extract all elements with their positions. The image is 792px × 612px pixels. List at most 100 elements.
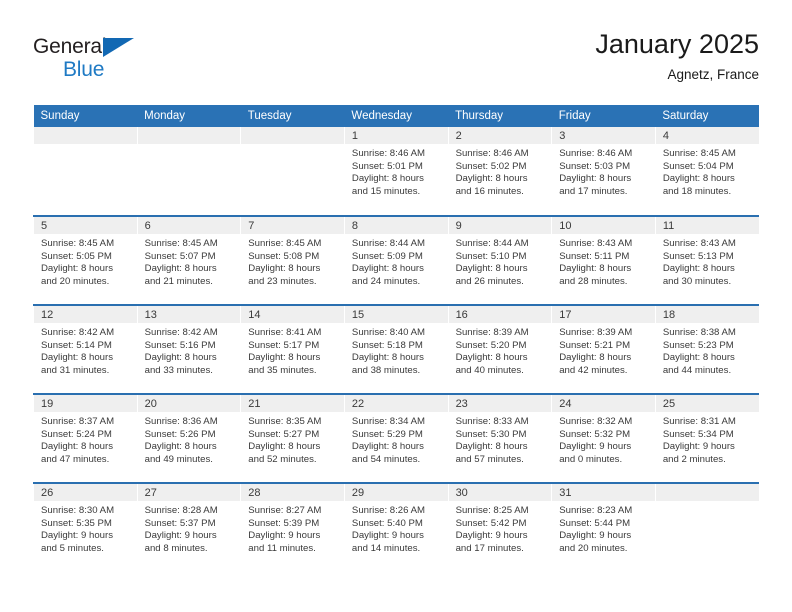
calendar-day-cell[interactable]: 10 Sunrise: 8:43 AM Sunset: 5:11 PM Dayligh… <box>551 215 656 305</box>
daylight-text-line1: Daylight: 9 hours <box>559 530 632 542</box>
sunset-text: Sunset: 5:23 PM <box>662 339 734 351</box>
calendar-day-cell[interactable]: 13 Sunrise: 8:42 AM Sunset: 5:16 PM Dayligh… <box>136 304 241 394</box>
sunset-text: Sunset: 5:29 PM <box>351 428 423 440</box>
sunset-text: Sunset: 5:03 PM <box>559 160 631 172</box>
day-details: Sunrise: 8:31 AM Sunset: 5:34 PM Daylight:… <box>656 412 759 466</box>
calendar-day-cell[interactable]: 24 Sunrise: 8:32 AM Sunset: 5:32 PM Dayligh… <box>551 393 656 483</box>
calendar-day-cell[interactable]: 16 Sunrise: 8:39 AM Sunset: 5:20 PM Dayligh… <box>447 304 552 394</box>
daylight-text-line2: and 26 minutes. <box>455 275 524 287</box>
sunset-text: Sunset: 5:20 PM <box>455 339 527 351</box>
calendar-day-cell[interactable]: 6 Sunrise: 8:45 AM Sunset: 5:07 PM Daylight… <box>136 215 241 305</box>
daylight-text-line2: and 20 minutes. <box>41 275 110 287</box>
sunset-text: Sunset: 5:01 PM <box>351 160 423 172</box>
day-number: 26 <box>34 484 137 501</box>
calendar-day-cell[interactable]: 9 Sunrise: 8:44 AM Sunset: 5:10 PM Daylight… <box>447 215 552 305</box>
title-block: January 2025 Agnetz, France <box>595 28 759 84</box>
calendar-week-row: 19 Sunrise: 8:37 AM Sunset: 5:24 PM Dayligh… <box>33 393 759 483</box>
day-details: Sunrise: 8:33 AM Sunset: 5:30 PM Daylight:… <box>449 412 552 466</box>
sunrise-text: Sunrise: 8:45 AM <box>144 238 218 249</box>
sunset-text: Sunset: 5:07 PM <box>144 250 216 262</box>
daylight-text-line2: and 38 minutes. <box>351 364 421 376</box>
calendar-day-cell[interactable]: 23 Sunrise: 8:33 AM Sunset: 5:30 PM Dayligh… <box>447 393 552 483</box>
daylight-text-line1: Daylight: 8 hours <box>351 263 424 275</box>
day-number: 25 <box>655 395 759 412</box>
calendar-day-cell[interactable]: 5 Sunrise: 8:45 AM Sunset: 5:05 PM Daylight… <box>33 215 138 305</box>
sunrise-text: Sunrise: 8:23 AM <box>559 505 633 516</box>
daylight-text-line1: Daylight: 8 hours <box>144 352 217 364</box>
daylight-text-line1: Daylight: 8 hours <box>662 263 735 275</box>
calendar-header-row: Sunday Monday Tuesday Wednesday Thursday… <box>33 105 759 127</box>
calendar-day-cell[interactable]: 18 Sunrise: 8:38 AM Sunset: 5:23 PM Dayligh… <box>654 304 759 394</box>
calendar-day-cell[interactable]: 8 Sunrise: 8:44 AM Sunset: 5:09 PM Daylight… <box>343 215 449 305</box>
calendar-day-cell[interactable]: 25 Sunrise: 8:31 AM Sunset: 5:34 PM Dayligh… <box>654 393 759 483</box>
sunset-text: Sunset: 5:35 PM <box>41 517 112 529</box>
calendar-day-cell[interactable]: 3 Sunrise: 8:46 AM Sunset: 5:03 PM Daylight… <box>551 127 656 216</box>
calendar-day-cell[interactable]: 20 Sunrise: 8:36 AM Sunset: 5:26 PM Dayligh… <box>136 393 241 483</box>
calendar-day-cell[interactable]: 15 Sunrise: 8:40 AM Sunset: 5:18 PM Dayligh… <box>343 304 449 394</box>
daylight-text-line1: Daylight: 8 hours <box>662 173 735 185</box>
day-number: 9 <box>448 217 552 234</box>
day-details <box>34 144 137 148</box>
sunrise-text: Sunrise: 8:43 AM <box>662 238 736 249</box>
calendar-day-cell[interactable]: 12 Sunrise: 8:42 AM Sunset: 5:14 PM Dayligh… <box>33 304 138 394</box>
day-number: 31 <box>552 484 655 501</box>
daylight-text-line2: and 24 minutes. <box>351 275 421 287</box>
day-number: 15 <box>344 306 448 323</box>
calendar-day-cell[interactable]: 21 Sunrise: 8:35 AM Sunset: 5:27 PM Dayligh… <box>240 393 345 483</box>
calendar-day-cell[interactable]: 26 Sunrise: 8:30 AM Sunset: 5:35 PM Dayligh… <box>33 482 138 572</box>
sunset-text: Sunset: 5:34 PM <box>662 428 734 440</box>
daylight-text-line1: Daylight: 8 hours <box>41 441 113 453</box>
daylight-text-line1: Daylight: 8 hours <box>248 441 321 453</box>
day-details: Sunrise: 8:42 AM Sunset: 5:16 PM Daylight:… <box>138 323 241 377</box>
calendar-day-cell[interactable]: 11 Sunrise: 8:43 AM Sunset: 5:13 PM Dayligh… <box>654 215 759 305</box>
day-number: 18 <box>655 306 759 323</box>
sunset-text: Sunset: 5:44 PM <box>559 517 631 529</box>
day-details: Sunrise: 8:23 AM Sunset: 5:44 PM Daylight:… <box>552 501 655 555</box>
sunrise-text: Sunrise: 8:25 AM <box>455 505 529 516</box>
calendar-week-row: 5 Sunrise: 8:45 AM Sunset: 5:05 PM Daylight… <box>33 215 759 305</box>
calendar-day-cell[interactable]: 29 Sunrise: 8:26 AM Sunset: 5:40 PM Dayligh… <box>343 482 449 572</box>
sunrise-text: Sunrise: 8:46 AM <box>559 148 633 159</box>
calendar-day-cell[interactable]: 7 Sunrise: 8:45 AM Sunset: 5:08 PM Daylight… <box>240 215 345 305</box>
daylight-text-line1: Daylight: 9 hours <box>144 530 217 542</box>
day-number: 1 <box>344 127 448 144</box>
calendar-day-cell[interactable]: 4 Sunrise: 8:45 AM Sunset: 5:04 PM Daylight… <box>654 127 759 216</box>
sunset-text: Sunset: 5:18 PM <box>351 339 423 351</box>
calendar-week-row: 26 Sunrise: 8:30 AM Sunset: 5:35 PM Dayligh… <box>33 482 759 572</box>
calendar-day-cell[interactable]: 31 Sunrise: 8:23 AM Sunset: 5:44 PM Dayligh… <box>551 482 656 572</box>
daylight-text-line2: and 28 minutes. <box>559 275 628 287</box>
calendar-day-cell[interactable]: 2 Sunrise: 8:46 AM Sunset: 5:02 PM Daylight… <box>447 127 552 216</box>
sunrise-text: Sunrise: 8:41 AM <box>248 327 322 338</box>
daylight-text-line1: Daylight: 9 hours <box>662 441 735 453</box>
daylight-text-line2: and 49 minutes. <box>144 453 213 465</box>
daylight-text-line1: Daylight: 8 hours <box>662 352 735 364</box>
daylight-text-line1: Daylight: 9 hours <box>248 530 321 542</box>
general-blue-logo[interactable]: General Blue <box>33 28 153 88</box>
page-title: January 2025 <box>595 29 759 59</box>
day-number: 8 <box>344 217 448 234</box>
day-number: 23 <box>448 395 552 412</box>
daylight-text-line1: Daylight: 8 hours <box>41 352 113 364</box>
calendar-day-cell[interactable]: 28 Sunrise: 8:27 AM Sunset: 5:39 PM Dayligh… <box>240 482 345 572</box>
calendar-day-cell[interactable]: 22 Sunrise: 8:34 AM Sunset: 5:29 PM Dayligh… <box>343 393 449 483</box>
day-number: 20 <box>137 395 241 412</box>
calendar-day-cell[interactable]: 27 Sunrise: 8:28 AM Sunset: 5:37 PM Dayligh… <box>136 482 241 572</box>
sunrise-text: Sunrise: 8:45 AM <box>248 238 322 249</box>
sunrise-text: Sunrise: 8:27 AM <box>248 505 322 516</box>
calendar-day-cell[interactable]: 17 Sunrise: 8:39 AM Sunset: 5:21 PM Dayligh… <box>551 304 656 394</box>
daylight-text-line2: and 35 minutes. <box>248 364 317 376</box>
sunset-text: Sunset: 5:39 PM <box>248 517 320 529</box>
day-details: Sunrise: 8:41 AM Sunset: 5:17 PM Daylight:… <box>241 323 344 377</box>
day-number: 2 <box>448 127 552 144</box>
daylight-text-line1: Daylight: 9 hours <box>351 530 424 542</box>
daylight-text-line2: and 31 minutes. <box>41 364 110 376</box>
calendar-day-cell[interactable]: 30 Sunrise: 8:25 AM Sunset: 5:42 PM Dayligh… <box>447 482 552 572</box>
calendar-day-cell[interactable]: 14 Sunrise: 8:41 AM Sunset: 5:17 PM Dayligh… <box>240 304 345 394</box>
logo-text-blue: Blue <box>63 58 105 81</box>
sunset-text: Sunset: 5:27 PM <box>248 428 320 440</box>
day-details: Sunrise: 8:46 AM Sunset: 5:01 PM Daylight:… <box>345 144 448 198</box>
daylight-text-line1: Daylight: 8 hours <box>351 352 424 364</box>
calendar-day-cell[interactable]: 19 Sunrise: 8:37 AM Sunset: 5:24 PM Dayligh… <box>33 393 138 483</box>
daylight-text-line1: Daylight: 8 hours <box>559 173 632 185</box>
calendar-day-cell[interactable]: 1 Sunrise: 8:46 AM Sunset: 5:01 PM Daylight… <box>343 127 449 216</box>
